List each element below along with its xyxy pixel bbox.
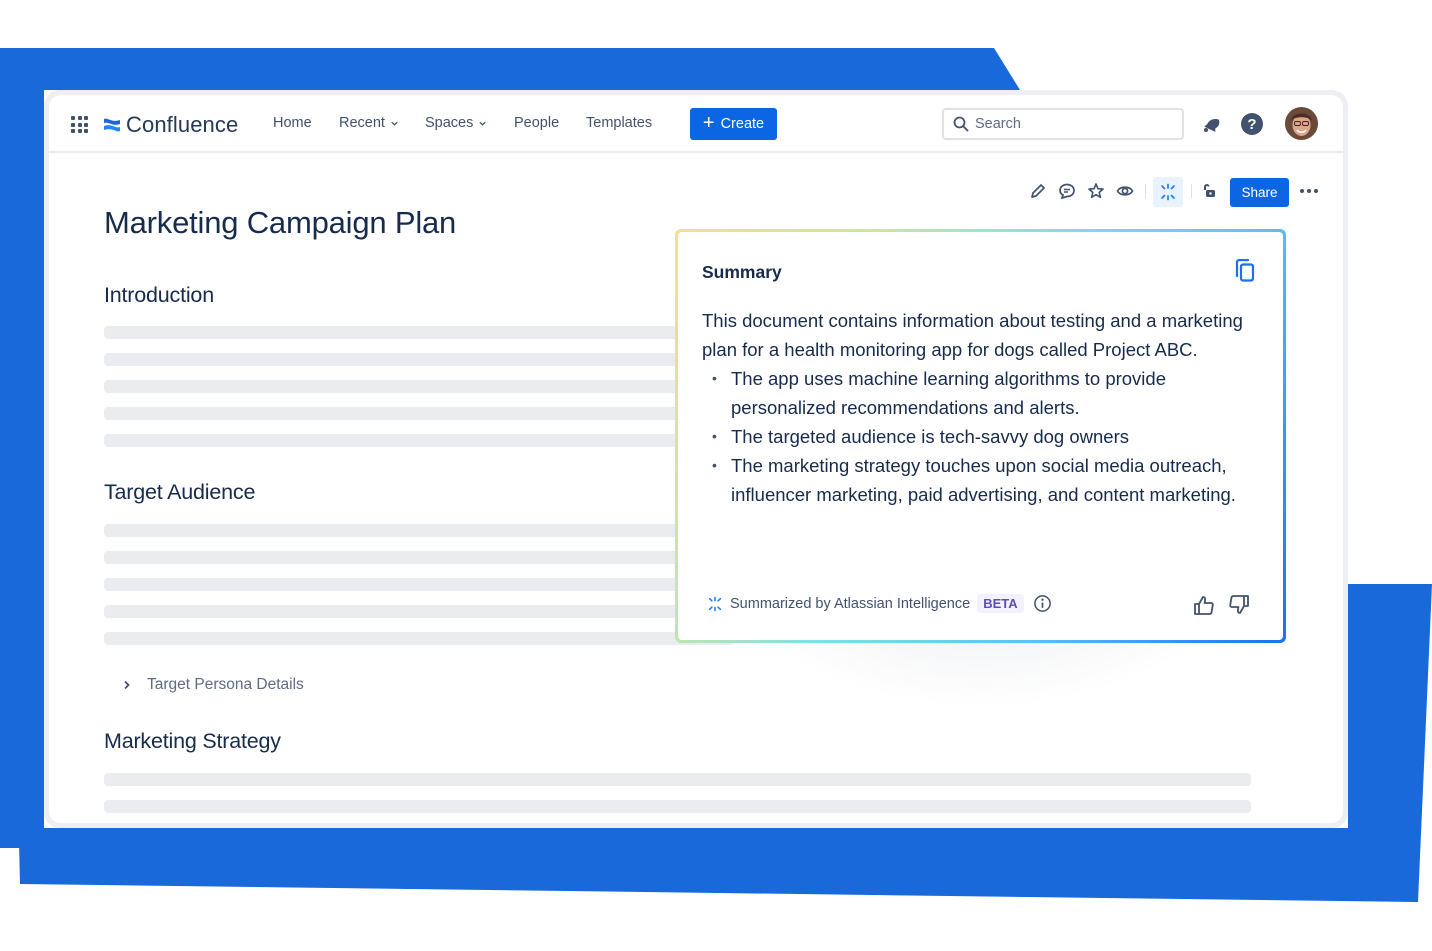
share-label: Share — [1241, 185, 1278, 200]
question-icon[interactable]: ? — [1241, 113, 1263, 135]
skeleton-line — [104, 578, 734, 591]
info-icon[interactable] — [1033, 594, 1052, 613]
summary-footer: Summarized by Atlassian Intelligence BET… — [707, 594, 1052, 613]
chevron-down-icon — [391, 121, 398, 126]
summary-bullets: The app uses machine learning algorithms… — [702, 364, 1262, 509]
create-button[interactable]: + Create — [690, 108, 777, 140]
skeleton-line — [104, 773, 1251, 786]
grid-icon[interactable] — [71, 116, 88, 133]
summary-bullet: The marketing strategy touches upon soci… — [712, 451, 1262, 509]
section-heading-introduction: Introduction — [104, 283, 214, 307]
summarized-by-text: Summarized by Atlassian Intelligence — [730, 595, 971, 612]
bell-icon[interactable] — [1201, 114, 1221, 134]
nav-people-label: People — [514, 115, 560, 131]
chevron-down-icon — [479, 121, 487, 126]
confluence-logo-icon — [104, 118, 120, 132]
section-heading-target-audience: Target Audience — [104, 480, 256, 504]
avatar-image — [1285, 107, 1318, 140]
nav-home[interactable]: Home — [273, 115, 312, 131]
chevron-right-icon — [124, 680, 130, 690]
summary-bullet: The targeted audience is tech-savvy dog … — [712, 422, 1262, 451]
unlock-icon[interactable] — [1199, 181, 1219, 201]
summary-body: This document contains information about… — [702, 306, 1262, 509]
atlassian-intelligence-icon — [708, 596, 722, 611]
background-blue-top — [0, 48, 1020, 90]
nav-spaces[interactable]: Spaces — [425, 115, 487, 131]
summary-intro: This document contains information about… — [702, 310, 1243, 360]
skeleton-line — [104, 605, 734, 618]
section-heading-marketing-strategy: Marketing Strategy — [104, 729, 281, 753]
nav-spaces-label: Spaces — [425, 115, 474, 131]
toolbar-divider — [1145, 184, 1146, 198]
star-icon[interactable] — [1086, 181, 1106, 201]
skeleton-line — [104, 551, 734, 564]
nav-recent-label: Recent — [339, 115, 385, 131]
plus-icon: + — [702, 112, 715, 134]
nav-templates-label: Templates — [586, 115, 653, 131]
atlassian-intelligence-icon — [1161, 183, 1175, 201]
search-icon — [953, 116, 969, 132]
eye-icon[interactable] — [1115, 181, 1135, 201]
confluence-logo[interactable]: Confluence — [102, 112, 238, 138]
summary-bullet: The app uses machine learning algorithms… — [712, 364, 1262, 422]
search-placeholder: Search — [975, 116, 1021, 132]
thumbs-up-icon[interactable] — [1193, 594, 1215, 616]
skeleton-line — [104, 407, 734, 420]
nav-templates[interactable]: Templates — [586, 115, 652, 131]
skeleton-line — [104, 380, 734, 393]
create-label: Create — [720, 116, 765, 132]
skeleton-line — [104, 632, 734, 645]
page-title: Marketing Campaign Plan — [104, 205, 457, 240]
skeleton-line — [104, 434, 734, 447]
pencil-icon[interactable] — [1028, 181, 1048, 201]
copy-icon[interactable] — [1234, 259, 1256, 283]
avatar[interactable] — [1285, 107, 1318, 140]
thumbs-down-icon[interactable] — [1228, 594, 1250, 616]
comment-icon[interactable] — [1057, 181, 1077, 201]
help-glyph: ? — [1247, 115, 1257, 133]
beta-badge: BETA — [977, 594, 1024, 613]
skeleton-line — [104, 800, 1251, 813]
skeleton-line — [104, 524, 734, 537]
logo-text: Confluence — [126, 112, 239, 137]
expand-target-persona[interactable]: Target Persona Details — [121, 676, 304, 694]
expand-label: Target Persona Details — [147, 676, 304, 693]
top-navigation: Confluence Home Recent Spaces People Tem… — [49, 95, 1343, 153]
nav-recent[interactable]: Recent — [339, 115, 399, 131]
toolbar-divider — [1191, 184, 1192, 198]
ellipsis-icon[interactable] — [1300, 189, 1318, 193]
summary-title: Summary — [702, 262, 782, 282]
skeleton-line — [104, 353, 734, 366]
search-input[interactable]: Search — [942, 108, 1184, 140]
skeleton-line — [104, 326, 734, 339]
share-button[interactable]: Share — [1230, 178, 1289, 207]
summary-panel: Summary This document contains informati… — [678, 232, 1283, 640]
nav-people[interactable]: People — [514, 115, 559, 131]
nav-home-label: Home — [273, 115, 312, 131]
atlassian-intelligence-button[interactable] — [1153, 177, 1183, 207]
